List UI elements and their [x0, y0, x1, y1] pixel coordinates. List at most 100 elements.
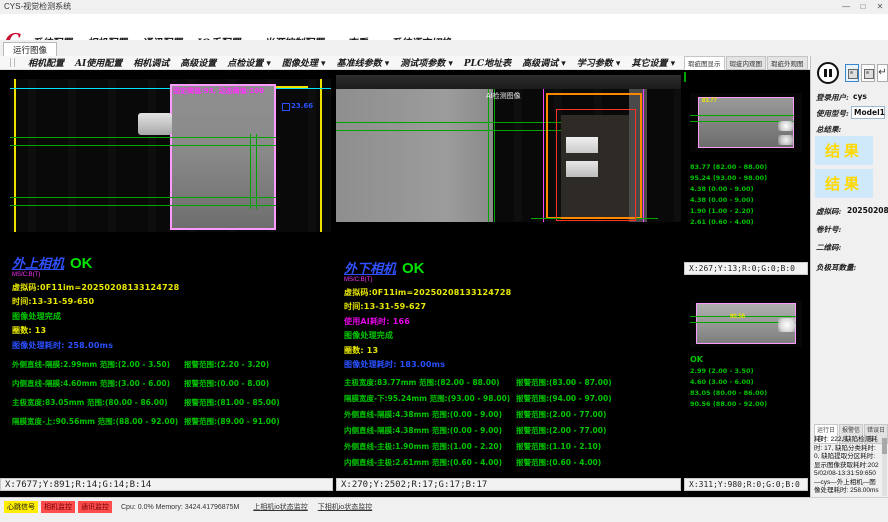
- measurement-row: 外侧直线-隔膜:4.38mm 范围:(0.00 - 9.00)报警范围:(2.0…: [344, 409, 679, 420]
- loop-count-line: 圈数: 13: [344, 345, 679, 356]
- process-time-line: 图像处理耗时: 183.00ms: [344, 359, 679, 370]
- pin-number-label: 卷针号:: [816, 224, 841, 235]
- pause-icon: [824, 69, 827, 77]
- green-short-line: [531, 218, 561, 219]
- blue-measure-tag: 23.66: [291, 102, 313, 110]
- virtual-code-value: 20250208: [847, 206, 888, 215]
- defect-bottom-image[interactable]: 90.56: [690, 300, 802, 347]
- virtual-code-line: 虚拟码:0F11im=20250208133124728: [344, 287, 679, 298]
- maximize-icon[interactable]: □: [855, 0, 871, 13]
- small-result-line: 2.61 (0.60 - 4.00): [690, 218, 767, 226]
- blue-marker-box: [282, 103, 290, 111]
- tool-image-processing[interactable]: 图像处理 ▾: [282, 56, 326, 69]
- small-result-line: 1.90 (1.00 - 2.20): [690, 207, 767, 215]
- process-done-line: 图像处理完成: [344, 330, 679, 341]
- lower-camera-io-link[interactable]: 下相机io状态监控: [318, 502, 372, 512]
- model-label: 使用型号:: [816, 108, 849, 119]
- tab-count-label: 负极耳数量:: [816, 262, 856, 273]
- process-time-line: 图像处理耗时: 258.00ms: [12, 340, 330, 351]
- left-coords-bar: X:7677;Y:891;R:14;G:14;B:14: [0, 478, 333, 491]
- green-measure-line: [10, 197, 276, 198]
- ai-time-line: 使用AI耗时: 166: [344, 316, 679, 327]
- measurement-row: 外侧直线-主极:1.90mm 范围:(1.00 - 2.20)报警范围:(1.1…: [344, 441, 679, 452]
- green-vertical-line: [256, 134, 257, 209]
- pause-button[interactable]: [817, 62, 839, 84]
- small-result-line: 4.38 (0.00 - 9.00): [690, 196, 767, 204]
- log-scrollbar[interactable]: [882, 436, 887, 496]
- toolbar-grip: [10, 58, 15, 67]
- bright-blob: [778, 318, 796, 332]
- log-scrollbar-thumb[interactable]: [882, 438, 887, 454]
- measurement-row: 主极宽度:83.77mm 范围:(82.00 - 88.00)报警范围:(83.…: [344, 377, 679, 388]
- login-user-value: cys: [853, 92, 867, 101]
- left-camera-view[interactable]: 固定阈值:93, 动态阈值:100 23.66 外上相机OK MS/C:B(T)…: [8, 70, 333, 478]
- camera-name-label: 外上相机: [12, 257, 64, 272]
- green-edge-mark: [684, 72, 686, 82]
- upper-camera-io-link[interactable]: 上相机io状态监控: [253, 502, 307, 512]
- tool-other-settings[interactable]: 其它设置 ▾: [631, 56, 675, 69]
- yellow-guide-line-right: [320, 79, 322, 232]
- middle-result-block: 外下相机OK MS/C:B(T) 虚拟码:0F11im=202502081331…: [344, 258, 679, 468]
- time-line: 时间:13-31-59-650: [12, 296, 330, 307]
- overlay-value: 90.56: [730, 314, 745, 320]
- model-select[interactable]: Model1: [851, 106, 885, 119]
- bright-blob: [778, 121, 794, 131]
- log-text: 耗时: 222, 缺陷检测耗时: 17, 缺陷分类耗时: 0, 缺陷提取分区耗时…: [814, 436, 880, 494]
- defect-bottom-view[interactable]: 90.56 OK 2.99 (2.00 - 3.50) 4.60 (3.00 -…: [684, 275, 808, 478]
- gray-panel: [336, 89, 493, 222]
- measurement-row: 外侧直线-隔膜:2.99mm 范围:(2.00 - 3.50)报警范围:(2.2…: [12, 359, 330, 370]
- tab-defect-display[interactable]: 瑕疵图显示: [684, 56, 725, 70]
- tool-spotcheck-settings[interactable]: 点检设置 ▾: [227, 56, 271, 69]
- return-arrow-icon[interactable]: ↵: [877, 64, 888, 82]
- time-line: 时间:13-31-59-627: [344, 301, 679, 312]
- window-title: CYS-视觉检测系统: [4, 1, 71, 12]
- overlay-value: 83.77: [702, 98, 717, 104]
- tool-plc-address-table[interactable]: PLC地址表: [464, 56, 511, 69]
- green-measure-line: [336, 130, 571, 131]
- middle-camera-image[interactable]: AI检测图像: [336, 75, 681, 222]
- green-vertical-line: [250, 134, 251, 209]
- camera-monitor-indicator: 相机监控: [41, 501, 75, 513]
- small-result-line: 83.77 (82.00 - 88.00): [690, 163, 767, 171]
- yellow-guide-line-left: [14, 79, 16, 232]
- pause-icon: [829, 69, 832, 77]
- clip-object: [138, 113, 172, 135]
- measurement-row: 主极宽度:83.05mm 范围:(80.00 - 86.00)报警范围:(81.…: [12, 397, 330, 408]
- tab-defect-outer[interactable]: 瑕疵外观图: [767, 56, 808, 70]
- tool-advanced-debug[interactable]: 高级调试 ▾: [522, 56, 566, 69]
- defect-top-image[interactable]: 83.77: [690, 93, 802, 152]
- tool-learning-params[interactable]: 学习参数 ▾: [577, 56, 621, 69]
- virtual-code-line: 虚拟码:0F11im=20250208133124728: [12, 282, 330, 293]
- comm-monitor-indicator: 通讯监控: [78, 501, 112, 513]
- camera-name-label: 外下相机: [344, 262, 396, 277]
- tool-camera-config[interactable]: 相机配置: [28, 56, 64, 69]
- tool-test-params[interactable]: 测试项参数 ▾: [400, 56, 453, 69]
- tab-strip: 运行图像: [0, 40, 888, 57]
- cpu-memory-text: Cpu: 0.0% Memory: 3424.41796875M: [121, 504, 239, 511]
- measurement-row: 内侧直线-隔膜:4.60mm 范围:(3.00 - 6.00)报警范围:(0.0…: [12, 378, 330, 389]
- left-camera-image[interactable]: 固定阈值:93, 动态阈值:100 23.66: [10, 79, 331, 232]
- title-bar: CYS-视觉检测系统 — □ ✕: [0, 0, 888, 15]
- middle-camera-view[interactable]: AI检测图像 外下相机OK MS/C:B(T) 虚拟码:0F11im=20250…: [336, 70, 681, 478]
- minimize-icon[interactable]: —: [838, 0, 854, 13]
- control-panel: ↵ 登录用户: cys 使用型号: Model1 总结果: 结果 结果 虚拟码:…: [810, 56, 888, 497]
- close-icon[interactable]: ✕: [872, 0, 888, 13]
- tool-advanced-settings[interactable]: 高级设置: [180, 56, 216, 69]
- tab-defect-inner[interactable]: 瑕疵内观图: [726, 56, 767, 70]
- status-bar: 心跳信号 相机监控 通讯监控 Cpu: 0.0% Memory: 3424.41…: [0, 497, 888, 522]
- part-roi-box: [170, 84, 276, 230]
- tool-ai-config[interactable]: AI使用配置: [75, 56, 122, 69]
- loop-count-line: 圈数: 13: [12, 325, 330, 336]
- snapshot-button-2[interactable]: [861, 64, 875, 82]
- measurement-row: 内侧直线-主极:2.61mm 范围:(0.60 - 4.00)报警范围:(0.6…: [344, 457, 679, 468]
- tool-camera-debug[interactable]: 相机调试: [133, 56, 169, 69]
- defect-top-view[interactable]: 83.77 83.77 (82.00 - 88.00) 95.24 (93.00…: [684, 70, 808, 262]
- snapshot-button-1[interactable]: [845, 64, 859, 82]
- small-result-line: 2.99 (2.00 - 3.50): [690, 367, 767, 375]
- result-box-upper: 结果: [815, 136, 873, 165]
- tool-baseline-params[interactable]: 基准线参数 ▾: [337, 56, 390, 69]
- defect-bottom-results: OK 2.99 (2.00 - 3.50) 4.60 (3.00 - 6.00)…: [690, 352, 767, 408]
- ai-image-caption: AI检测图像: [486, 91, 521, 101]
- image-icon: [848, 69, 858, 79]
- measurement-row: 隔膜宽度-下:95.24mm 范围:(93.00 - 98.00)报警范围:(9…: [344, 393, 679, 404]
